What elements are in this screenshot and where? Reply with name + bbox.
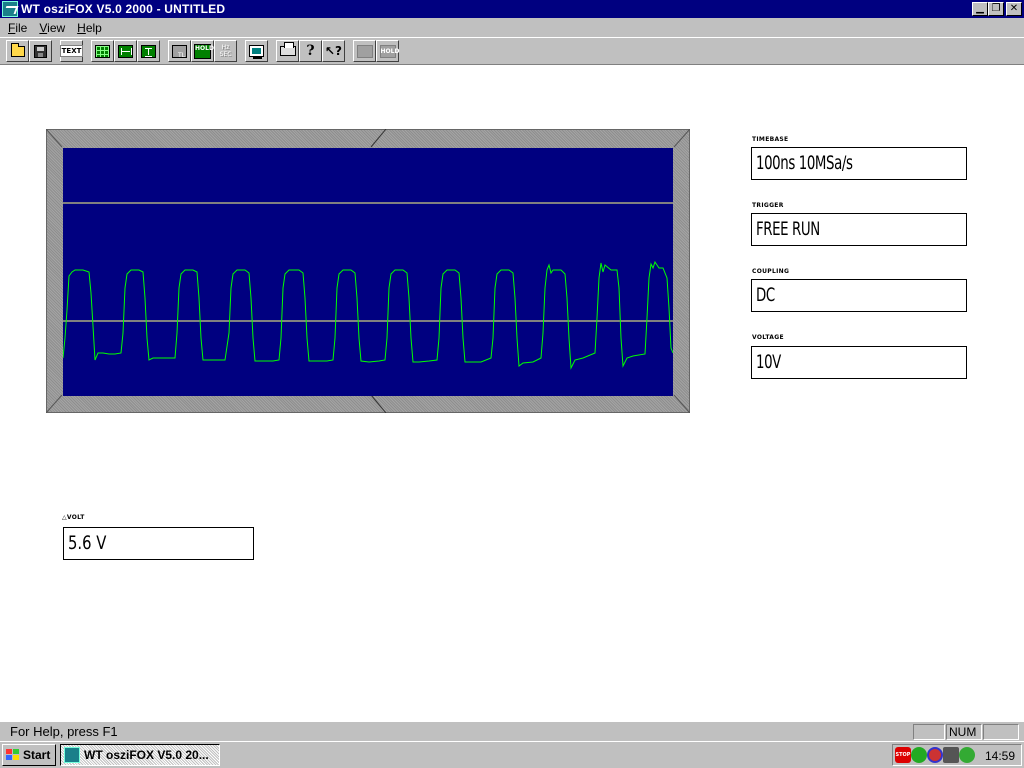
printer-icon (279, 42, 296, 56)
timebase-label: TIMEBASE (752, 136, 789, 143)
monitor-icon (249, 45, 264, 59)
open-folder-icon (10, 42, 25, 57)
grid-icon (95, 44, 110, 58)
coupling-field[interactable]: DC (751, 279, 967, 312)
trigger-level-icon: TL (172, 44, 187, 59)
hold-icon: HOLD (194, 43, 214, 59)
horizontal-cursor-icon (118, 44, 133, 58)
delta-volt-value: 5.6 V (68, 532, 107, 554)
toolbar: TEXT TL HOLD Hz SEC ? ↖? HOLD (0, 37, 1024, 65)
menu-help-accel: H (77, 20, 86, 35)
taskbar-oszifox-label: WT osziFOX V5.0 20... (84, 748, 209, 762)
frequency-button[interactable]: Hz SEC (214, 40, 237, 62)
trigger-level-button[interactable]: TL (168, 40, 191, 62)
status-pane-scroll (983, 724, 1019, 740)
minimize-button[interactable]: ▁ (972, 2, 988, 16)
timebase-value: 100ns 10MSa/s (756, 152, 853, 174)
title-bar: WT osziFOX V5.0 2000 - UNTITLED ▁ ❐ ✕ (0, 0, 1024, 18)
open-button[interactable] (6, 40, 29, 62)
tray-app-icon[interactable] (959, 747, 975, 763)
floppy-disk-icon (34, 44, 47, 58)
scope-frame (46, 129, 690, 413)
monitor-button[interactable] (245, 40, 268, 62)
context-help-button[interactable]: ↖? (322, 40, 345, 62)
signal-trace (63, 260, 673, 370)
coupling-value: DC (756, 284, 775, 306)
stop-icon[interactable]: STOP (895, 747, 911, 763)
status-bar: For Help, press F1 NUM (0, 721, 1024, 741)
grid-button[interactable] (91, 40, 114, 62)
printer-tray-icon[interactable] (943, 747, 959, 763)
clock[interactable]: 14:59 (985, 749, 1015, 763)
client-area: TIMEBASE 100ns 10MSa/s TRIGGER FREE RUN … (0, 65, 1024, 721)
delta-volt-label: △VOLT (62, 514, 85, 521)
trigger-field[interactable]: FREE RUN (751, 213, 967, 246)
scope-screen[interactable] (63, 148, 673, 396)
menu-file-label: ile (15, 20, 28, 35)
hz-sec-icon: Hz SEC (217, 44, 234, 59)
close-button[interactable]: ✕ (1006, 2, 1022, 16)
taskbar: Start WT osziFOX V5.0 20... STOP 14:59 (0, 741, 1024, 768)
system-tray: STOP 14:59 (892, 744, 1022, 766)
window-title: WT osziFOX V5.0 2000 - UNTITLED (21, 2, 226, 16)
menu-view[interactable]: View (33, 21, 71, 35)
start-label: Start (23, 748, 51, 762)
menu-view-label: iew (47, 20, 66, 35)
voltage-field[interactable]: 10V (751, 346, 967, 379)
network-icon[interactable] (911, 747, 927, 763)
hz-label: Hz (221, 43, 230, 51)
hold-disabled-icon: HOLD (379, 44, 399, 58)
context-help-icon: ↖? (324, 44, 342, 58)
menu-help-label: elp (85, 20, 102, 35)
restore-button[interactable]: ❐ (988, 2, 1004, 16)
timebase-field[interactable]: 100ns 10MSa/s (751, 147, 967, 180)
vertical-cursor-icon (141, 44, 156, 58)
text-icon: TEXT (59, 45, 84, 57)
save-button[interactable] (29, 40, 52, 62)
menu-view-accel: V (39, 20, 48, 35)
taskbar-oszifox-button[interactable]: WT osziFOX V5.0 20... (60, 744, 220, 766)
time-cursor-button[interactable] (114, 40, 137, 62)
oszifox-task-icon (64, 747, 80, 763)
menu-file[interactable]: File (2, 21, 33, 35)
trigger-label: TRIGGER (752, 202, 784, 209)
help-icon: ? (306, 43, 315, 59)
hold-disabled-button[interactable]: HOLD (376, 40, 399, 62)
probe-icon (356, 44, 373, 58)
status-pane-num: NUM (946, 724, 982, 740)
delta-volt-field: 5.6 V (63, 527, 254, 560)
volt-cursor-button[interactable] (137, 40, 160, 62)
text-button[interactable]: TEXT (59, 40, 84, 62)
oszifox-app-icon[interactable] (2, 1, 18, 17)
antivirus-icon[interactable] (927, 747, 943, 763)
start-button[interactable]: Start (2, 744, 56, 766)
menu-help[interactable]: Help (71, 21, 108, 35)
menu-bar: File View Help (0, 18, 1024, 37)
print-button[interactable] (276, 40, 299, 62)
coupling-label: COUPLING (752, 268, 790, 275)
voltage-value: 10V (756, 351, 781, 373)
windows-logo-icon (6, 749, 20, 761)
scope-display (63, 202, 673, 370)
status-pane-caps (913, 724, 945, 740)
trigger-value: FREE RUN (756, 218, 820, 240)
sec-label: SEC (219, 50, 232, 58)
probe-button[interactable] (353, 40, 376, 62)
voltage-label: VOLTAGE (752, 334, 784, 341)
hold-button[interactable]: HOLD (191, 40, 214, 62)
window-controls: ▁ ❐ ✕ (972, 2, 1022, 16)
status-help-text: For Help, press F1 (10, 724, 118, 739)
help-button[interactable]: ? (299, 40, 322, 62)
